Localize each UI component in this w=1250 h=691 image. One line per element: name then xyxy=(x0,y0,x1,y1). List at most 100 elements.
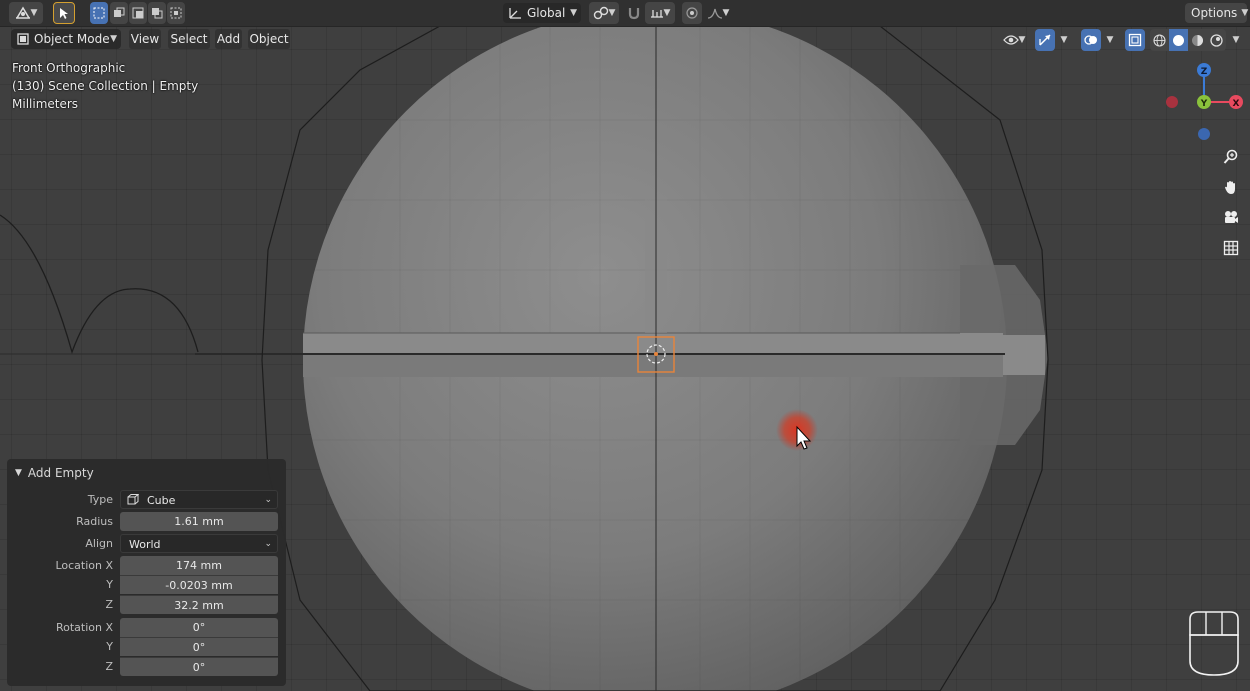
camera-view-icon[interactable] xyxy=(1218,204,1244,230)
location-x-field[interactable]: 174 mm xyxy=(120,556,278,575)
shading-options-dropdown[interactable]: ▼ xyxy=(1228,29,1244,51)
neg-x-gizmo-dot xyxy=(1166,96,1178,108)
z-axis-label: Z xyxy=(1201,67,1208,77)
chevron-down-icon: ▼ xyxy=(110,34,117,44)
falloff-curve-icon xyxy=(707,8,722,19)
grid-toggle-icon[interactable] xyxy=(1218,235,1244,261)
radius-field[interactable]: 1.61 mm xyxy=(120,512,278,531)
select-tool-button[interactable] xyxy=(53,2,75,24)
visibility-dropdown[interactable]: ▼ xyxy=(998,29,1030,51)
units-label: Millimeters xyxy=(12,97,79,111)
mode-dropdown[interactable]: Object Mode ▼ xyxy=(11,29,121,49)
overlay-circles-icon xyxy=(1084,35,1097,45)
proportional-falloff-dropdown[interactable]: ▼ xyxy=(703,2,733,24)
chevron-down-icon: ⌄ xyxy=(264,539,272,549)
solid-sphere-icon xyxy=(1173,34,1184,46)
material-sphere-icon xyxy=(1192,34,1203,46)
chevron-down-icon: ▼ xyxy=(570,8,577,18)
menu-select[interactable]: Select xyxy=(168,29,210,49)
panel-header[interactable]: ▼ Add Empty xyxy=(15,463,94,483)
cursor-arrow-icon xyxy=(60,8,68,19)
transform-orientation-value: Global xyxy=(527,6,566,20)
chevron-down-icon: ▼ xyxy=(30,8,38,18)
chevron-down-icon: ▼ xyxy=(1018,35,1026,45)
type-dropdown[interactable]: Cube ⌄ xyxy=(120,490,278,509)
location-z-field[interactable]: 32.2 mm xyxy=(120,595,278,614)
overlays-toggle-button[interactable] xyxy=(1081,29,1101,51)
transform-orientation-dropdown[interactable]: Global ▼ xyxy=(503,3,581,23)
location-x-label: Location X xyxy=(55,559,113,572)
viewport-editor-icon xyxy=(15,6,30,19)
chevron-down-icon: ▼ xyxy=(608,8,616,18)
snap-target-dropdown[interactable]: ▼ xyxy=(645,2,675,24)
proportional-editing-toggle[interactable] xyxy=(682,2,702,24)
viewport-header: Object Mode ▼ View Select Add Object ▼ ▼… xyxy=(0,26,1250,52)
align-dropdown[interactable]: World ⌄ xyxy=(120,534,278,553)
snap-increment-icon xyxy=(650,10,663,18)
chevron-down-icon: ⌄ xyxy=(264,495,272,505)
xray-icon xyxy=(1128,33,1142,47)
orientation-axes-icon xyxy=(509,8,521,19)
object-mode-icon xyxy=(17,33,29,45)
menu-object[interactable]: Object xyxy=(248,29,290,49)
pivot-point-dropdown[interactable]: ▼ xyxy=(589,2,619,24)
menu-view[interactable]: View xyxy=(129,29,161,49)
type-value: Cube xyxy=(147,494,176,507)
overlays-options-dropdown[interactable]: ▼ xyxy=(1102,29,1118,51)
chevron-down-icon: ▼ xyxy=(1232,35,1240,45)
chevron-down-icon: ▼ xyxy=(663,8,671,18)
radius-label: Radius xyxy=(76,515,113,528)
solid-shading-button[interactable] xyxy=(1169,29,1188,51)
rotation-x-label: Rotation X xyxy=(55,621,113,634)
wireframe-sphere-icon xyxy=(1153,33,1166,47)
view-name: Front Orthographic xyxy=(12,61,126,75)
material-shading-button[interactable] xyxy=(1188,29,1207,51)
select-box-intersect-button[interactable] xyxy=(167,2,185,24)
type-label: Type xyxy=(87,493,113,506)
rotation-x-field[interactable]: 0° xyxy=(120,618,278,637)
collapse-triangle-icon[interactable]: ▼ xyxy=(15,468,22,478)
panel-title: Add Empty xyxy=(27,466,94,480)
proportional-circle-icon xyxy=(686,7,698,19)
zoom-icon[interactable] xyxy=(1218,144,1244,170)
rendered-sphere-icon xyxy=(1210,33,1223,47)
rotation-z-field[interactable]: 0° xyxy=(120,657,278,676)
add-empty-panel[interactable]: ▼ Add Empty Type Cube ⌄ Radius 1.61 mm A… xyxy=(7,459,286,686)
rotation-y-field[interactable]: 0° xyxy=(120,637,278,656)
rotation-z-label: Z xyxy=(105,660,113,673)
pan-hand-icon[interactable] xyxy=(1218,174,1244,200)
xray-toggle-button[interactable] xyxy=(1125,29,1145,51)
menu-add[interactable]: Add xyxy=(215,29,242,49)
location-z-label: Z xyxy=(105,598,113,611)
select-box-extend-button[interactable] xyxy=(110,2,128,24)
navigation-gizmo[interactable]: Z X Y xyxy=(1160,58,1250,148)
cube-icon xyxy=(127,494,139,505)
location-y-label: Y xyxy=(106,578,113,591)
x-axis-label: X xyxy=(1233,99,1240,109)
rotation-y-label: Y xyxy=(106,640,113,653)
location-y-field[interactable]: -0.0203 mm xyxy=(120,575,278,594)
mode-label: Object Mode xyxy=(34,32,110,46)
select-box-invert-button[interactable] xyxy=(148,2,166,24)
chevron-down-icon: ▼ xyxy=(1106,35,1114,45)
snap-toggle-button[interactable] xyxy=(624,2,644,24)
collection-info: (130) Scene Collection | Empty xyxy=(12,79,199,93)
align-label: Align xyxy=(85,537,113,550)
wireframe-shading-button[interactable] xyxy=(1150,29,1169,51)
editor-type-button[interactable]: ▼ xyxy=(9,2,43,24)
top-header: ▼ Global ▼ ▼ ▼ ▼ Options ▼ xyxy=(0,0,1250,27)
select-box-subtract-button[interactable] xyxy=(129,2,147,24)
options-dropdown[interactable]: Options ▼ xyxy=(1185,3,1248,23)
rendered-shading-button[interactable] xyxy=(1207,29,1226,51)
chevron-down-icon: ▼ xyxy=(1060,35,1068,45)
y-axis-label: Y xyxy=(1200,99,1208,109)
options-label: Options xyxy=(1191,6,1238,20)
eye-icon xyxy=(1002,35,1019,45)
pivot-link-icon xyxy=(593,6,608,20)
gizmo-options-dropdown[interactable]: ▼ xyxy=(1056,29,1072,51)
neg-z-gizmo-dot xyxy=(1198,128,1210,140)
select-box-new-button[interactable] xyxy=(90,2,108,24)
gizmo-toggle-button[interactable] xyxy=(1035,29,1055,51)
magnet-icon xyxy=(628,8,640,20)
align-value: World xyxy=(129,538,161,551)
